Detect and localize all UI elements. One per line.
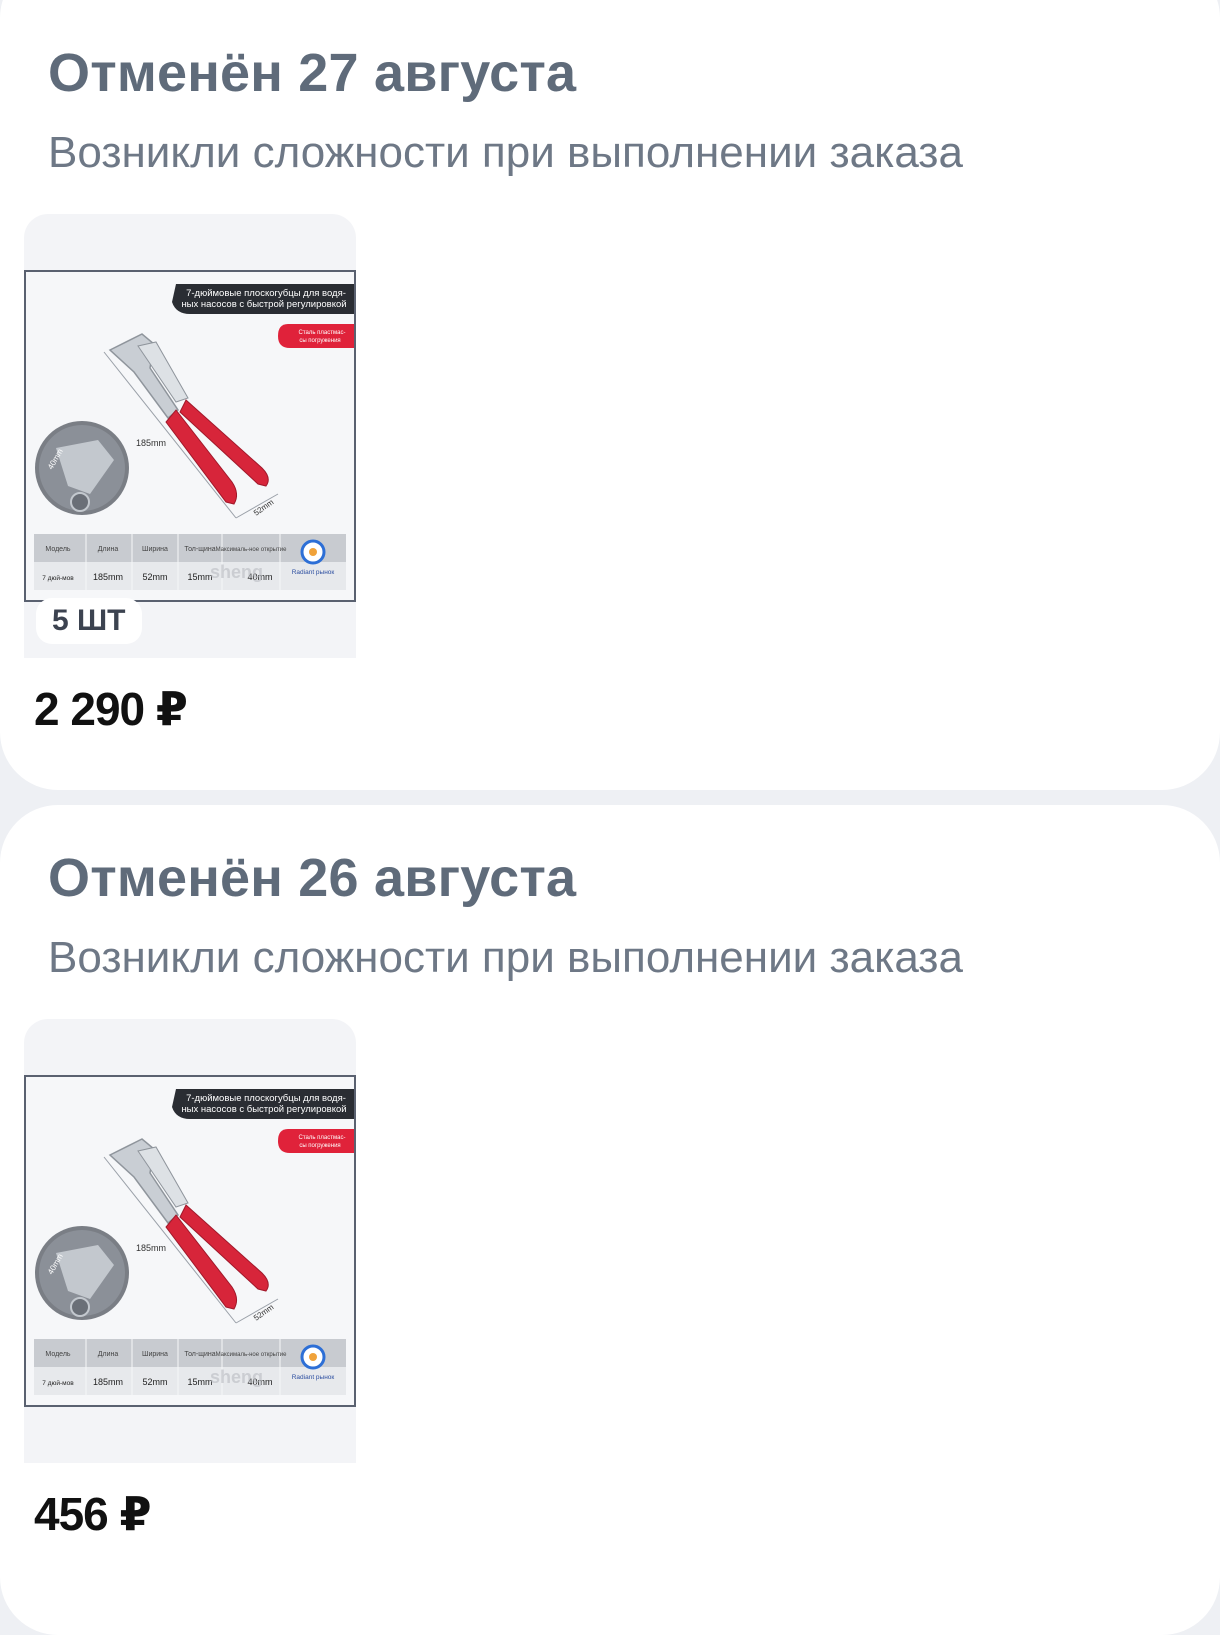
order-price: 456 ₽ bbox=[34, 1488, 152, 1540]
table-header-opening: Максималь-ное открытие bbox=[216, 1352, 288, 1358]
order-cancel-reason: Возникли сложности при выполнении заказа bbox=[48, 933, 963, 982]
product-image: 7-дюймовые плоскогубцы для водя- ных нас… bbox=[24, 270, 356, 602]
table-value-length: 185mm bbox=[93, 1377, 123, 1387]
table-header-opening: Максималь-ное открытие bbox=[216, 547, 288, 553]
table-value-model: 7 дюй-мов bbox=[42, 574, 74, 582]
red-tag-line2: сы погружения bbox=[299, 1143, 340, 1149]
red-tag-line1: Сталь пластмас- bbox=[299, 1135, 346, 1141]
table-header-length: Длина bbox=[98, 1351, 119, 1358]
brand-label: Radiant рынок bbox=[292, 1374, 335, 1381]
table-header-thickness: Тол-щина bbox=[184, 546, 215, 553]
banner-line1: 7-дюймовые плоскогубцы для водя- bbox=[186, 288, 346, 299]
table-value-model: 7 дюй-мов bbox=[42, 1379, 74, 1387]
order-status-title: Отменён 27 августа bbox=[48, 43, 577, 103]
table-header-model: Модель bbox=[45, 1351, 70, 1358]
product-image: 7-дюймовые плоскогубцы для водя- ных нас… bbox=[24, 1075, 356, 1407]
dim-length-label: 185mm bbox=[136, 438, 166, 448]
brand-label: Radiant рынок bbox=[292, 569, 335, 576]
table-value-width: 52mm bbox=[142, 1377, 167, 1387]
table-value-thickness: 15mm bbox=[187, 1377, 212, 1387]
table-header-thickness: Тол-щина bbox=[184, 1351, 215, 1358]
order-card[interactable]: Отменён 26 августа Возникли сложности пр… bbox=[0, 805, 1220, 1635]
product-thumbnail[interactable]: 7-дюймовые плоскогубцы для водя- ных нас… bbox=[24, 214, 356, 658]
banner-line2: ных насосов с быстрой регулировкой bbox=[181, 1104, 346, 1115]
watermark-text: sheng bbox=[210, 562, 263, 582]
dim-length-label: 185mm bbox=[136, 1243, 166, 1253]
order-cancel-reason: Возникли сложности при выполнении заказа bbox=[48, 128, 963, 177]
product-thumbnail[interactable]: 7-дюймовые плоскогубцы для водя- ных нас… bbox=[24, 1019, 356, 1463]
table-header-model: Модель bbox=[45, 546, 70, 553]
watermark-text: sheng bbox=[210, 1367, 263, 1387]
red-tag-line1: Сталь пластмас- bbox=[299, 330, 346, 336]
order-price: 2 290 ₽ bbox=[34, 683, 188, 735]
table-value-length: 185mm bbox=[93, 572, 123, 582]
banner-line1: 7-дюймовые плоскогубцы для водя- bbox=[186, 1093, 346, 1104]
quantity-badge: 5 ШТ bbox=[36, 598, 142, 644]
red-tag-line2: сы погружения bbox=[299, 338, 340, 344]
order-status-title: Отменён 26 августа bbox=[48, 848, 577, 908]
table-header-width: Ширина bbox=[142, 1351, 168, 1358]
table-value-thickness: 15mm bbox=[187, 572, 212, 582]
banner-line2: ных насосов с быстрой регулировкой bbox=[181, 299, 346, 310]
table-value-width: 52mm bbox=[142, 572, 167, 582]
table-header-width: Ширина bbox=[142, 546, 168, 553]
table-header-length: Длина bbox=[98, 546, 119, 553]
order-card[interactable]: Отменён 27 августа Возникли сложности пр… bbox=[0, 0, 1220, 790]
